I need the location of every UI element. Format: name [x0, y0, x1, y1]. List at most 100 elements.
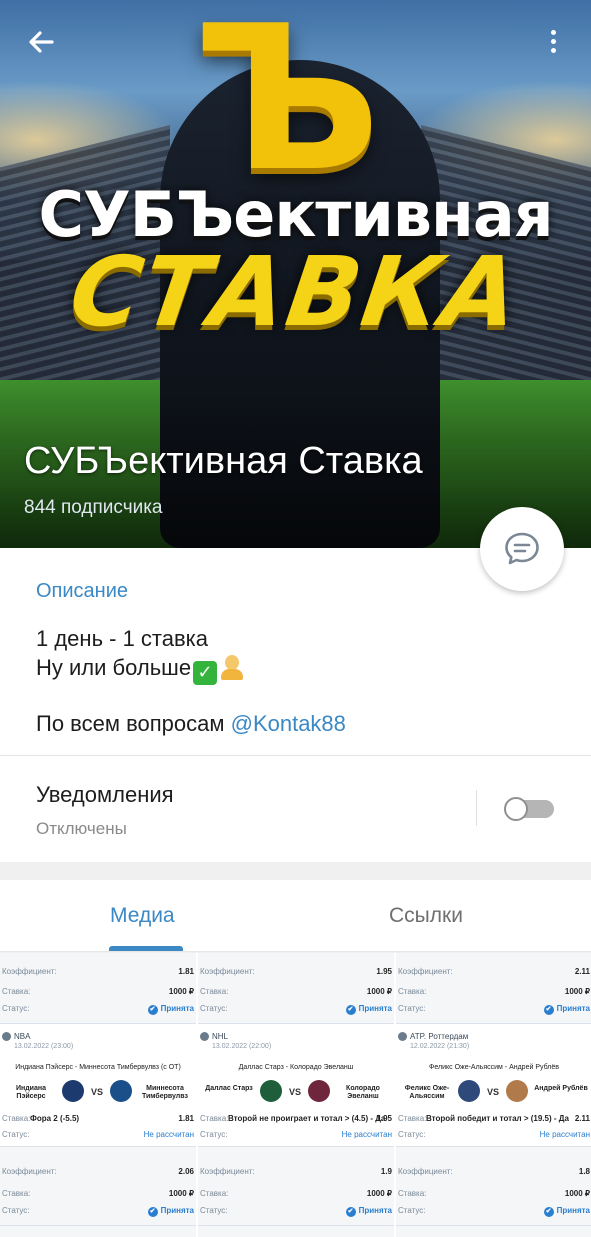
bet-card: ATP. Роттердам 12.02.2022 (21:30) Феликс…	[396, 1023, 591, 1147]
teams-row: Даллас Старз VS Колорадо Эвеланш	[198, 1080, 394, 1106]
tab-links[interactable]: Ссылки	[389, 904, 463, 928]
stake-label: Ставка:	[200, 987, 229, 996]
coef-row: Коэффициент: 2.06	[0, 1165, 196, 1179]
team-away: Колорадо Эвеланш	[346, 1085, 380, 1100]
stake-label: Ставка:	[200, 1189, 229, 1198]
status-label: Статус:	[2, 1206, 30, 1215]
match-date: 13.02.2022 (23:00)	[14, 1043, 74, 1050]
team-logo-icon	[308, 1080, 330, 1102]
stake-label: Ставка:	[2, 987, 31, 996]
league-name: ATP. Роттердам	[397, 1032, 469, 1041]
divider	[476, 790, 477, 826]
vs-label: VS	[91, 1087, 104, 1097]
stake-row: Ставка: 1000 ₽	[396, 985, 591, 999]
bet-status-value: Не рассчитан	[539, 1130, 590, 1139]
league-name: NBA	[1, 1032, 31, 1041]
team-logo-icon	[260, 1080, 282, 1102]
description-text: Ну или больше	[36, 655, 192, 680]
league-name: NHL	[199, 1032, 229, 1041]
more-menu-button[interactable]	[538, 24, 568, 60]
back-button[interactable]	[22, 24, 62, 60]
team-home: Даллас Старз	[205, 1085, 253, 1092]
team-logo-icon	[62, 1080, 84, 1102]
description-line: Ну или больше ✓	[36, 654, 245, 685]
media-grid: Коэффициент: 1.81 Ставка: 1000 ₽ Статус:…	[0, 953, 591, 1237]
chat-bubble-icon	[505, 532, 539, 565]
status-label: Статус:	[2, 1004, 30, 1013]
bet-row: Ставка: Фора 2 (-5.5) 1.81	[0, 1112, 196, 1126]
media-tabs: Медиа Ссылки	[0, 880, 591, 952]
match-title: Феликс Оже-Альяссим - Андрей Рублёв	[429, 1064, 559, 1071]
discussion-button[interactable]	[480, 507, 564, 591]
match-title: Даллас Старз - Колорадо Эвеланш	[238, 1064, 354, 1071]
team-away: Андрей Рублёв	[534, 1085, 588, 1092]
contact-link[interactable]: @Kontak88	[231, 711, 346, 736]
tab-media[interactable]: Медиа	[110, 904, 175, 928]
bet-status-label: Статус:	[2, 1130, 30, 1139]
notifications-label[interactable]: Уведомления	[36, 782, 174, 808]
stake-value: 1000 ₽	[366, 987, 392, 996]
bet-coef: 1.81	[178, 1114, 194, 1123]
bet-label: Ставка:	[398, 1114, 427, 1123]
check-mark-emoji-icon: ✓	[193, 661, 218, 685]
bet-status-row: Статус: Не рассчитан	[198, 1128, 394, 1142]
coef-value: 2.06	[178, 1167, 194, 1176]
match-title: Индиана Пэйсерс - Миннесота Тимбервулвз …	[15, 1064, 181, 1071]
stake-value: 1000 ₽	[168, 1189, 194, 1198]
stake-label: Ставка:	[398, 1189, 427, 1198]
media-thumbnail[interactable]: Коэффициент: 2.11 Ставка: 1000 ₽ Статус:…	[396, 953, 591, 1237]
stake-label: Ставка:	[398, 987, 427, 996]
status-row: Статус: Принята	[198, 1204, 394, 1218]
status-value: Принята	[148, 1204, 194, 1218]
bet-status-value: Не рассчитан	[341, 1130, 392, 1139]
bet-card: NHL 13.02.2022 (22:00) Даллас Старз - Ко…	[198, 1023, 394, 1147]
channel-cover: Ъ СУБЪективная СТАВКА СУБЪективная Ставк…	[0, 0, 591, 548]
subscriber-count: 844 подписчика	[24, 497, 163, 518]
bet-card: NBA 13.02.2022 (23:00) Индиана Пэйсерс -…	[0, 1023, 196, 1147]
match-date: 13.02.2022 (22:00)	[212, 1043, 272, 1050]
bet-row: Ставка: Второй победит и тотал > (19.5) …	[396, 1112, 591, 1126]
person-shrugging-emoji-icon	[219, 654, 245, 680]
coef-row: Коэффициент: 1.81	[0, 965, 196, 979]
status-value: Принята	[544, 1002, 590, 1016]
logo-letter: Ъ	[193, 0, 381, 216]
channel-profile-screen: Ъ СУБЪективная СТАВКА СУБЪективная Ставк…	[0, 0, 591, 1237]
coef-row: Коэффициент: 1.8	[396, 1165, 591, 1179]
status-label: Статус:	[398, 1206, 426, 1215]
status-label: Статус:	[398, 1004, 426, 1013]
bet-text: Второй победит и тотал > (19.5) - Да	[426, 1114, 569, 1123]
coef-value: 2.11	[574, 967, 590, 976]
channel-title: СУБЪективная Ставка	[24, 440, 423, 482]
stake-value: 1000 ₽	[564, 987, 590, 996]
notifications-toggle[interactable]	[504, 797, 554, 821]
coef-label: Коэффициент:	[200, 967, 255, 976]
toggle-knob	[504, 797, 528, 821]
status-row: Статус: Принята	[0, 1204, 196, 1218]
coef-row: Коэффициент: 1.95	[198, 965, 394, 979]
status-value: Принята	[346, 1204, 392, 1218]
bet-label: Ставка:	[200, 1114, 229, 1123]
status-label: Статус:	[200, 1004, 228, 1013]
media-thumbnail[interactable]: Коэффициент: 1.81 Ставка: 1000 ₽ Статус:…	[0, 953, 196, 1237]
coef-label: Коэффициент:	[200, 1167, 255, 1176]
stake-row: Ставка: 1000 ₽	[198, 985, 394, 999]
stake-row: Ставка: 1000 ₽	[0, 985, 196, 999]
tab-active-indicator	[109, 946, 183, 951]
stake-value: 1000 ₽	[564, 1189, 590, 1198]
status-row: Статус: Принята	[396, 1002, 591, 1016]
media-thumbnail[interactable]: Коэффициент: 1.95 Ставка: 1000 ₽ Статус:…	[198, 953, 394, 1237]
coef-row: Коэффициент: 2.11	[396, 965, 591, 979]
status-value: Принята	[148, 1002, 194, 1016]
coef-label: Коэффициент:	[2, 1167, 57, 1176]
arrow-left-icon	[29, 31, 54, 53]
bet-status-label: Статус:	[200, 1130, 228, 1139]
coef-row: Коэффициент: 1.9	[198, 1165, 394, 1179]
bet-status-row: Статус: Не рассчитан	[0, 1128, 196, 1142]
status-row: Статус: Принята	[0, 1002, 196, 1016]
bet-text: Второй не проиграет и тотал > (4.5) - Да	[228, 1114, 386, 1123]
bet-coef: 1.95	[376, 1114, 392, 1123]
description-line: 1 день - 1 ставка	[36, 626, 209, 651]
bet-text: Фора 2 (-5.5)	[30, 1114, 80, 1123]
contact-prefix: По всем вопросам	[36, 711, 231, 736]
team-logo-icon	[110, 1080, 132, 1102]
